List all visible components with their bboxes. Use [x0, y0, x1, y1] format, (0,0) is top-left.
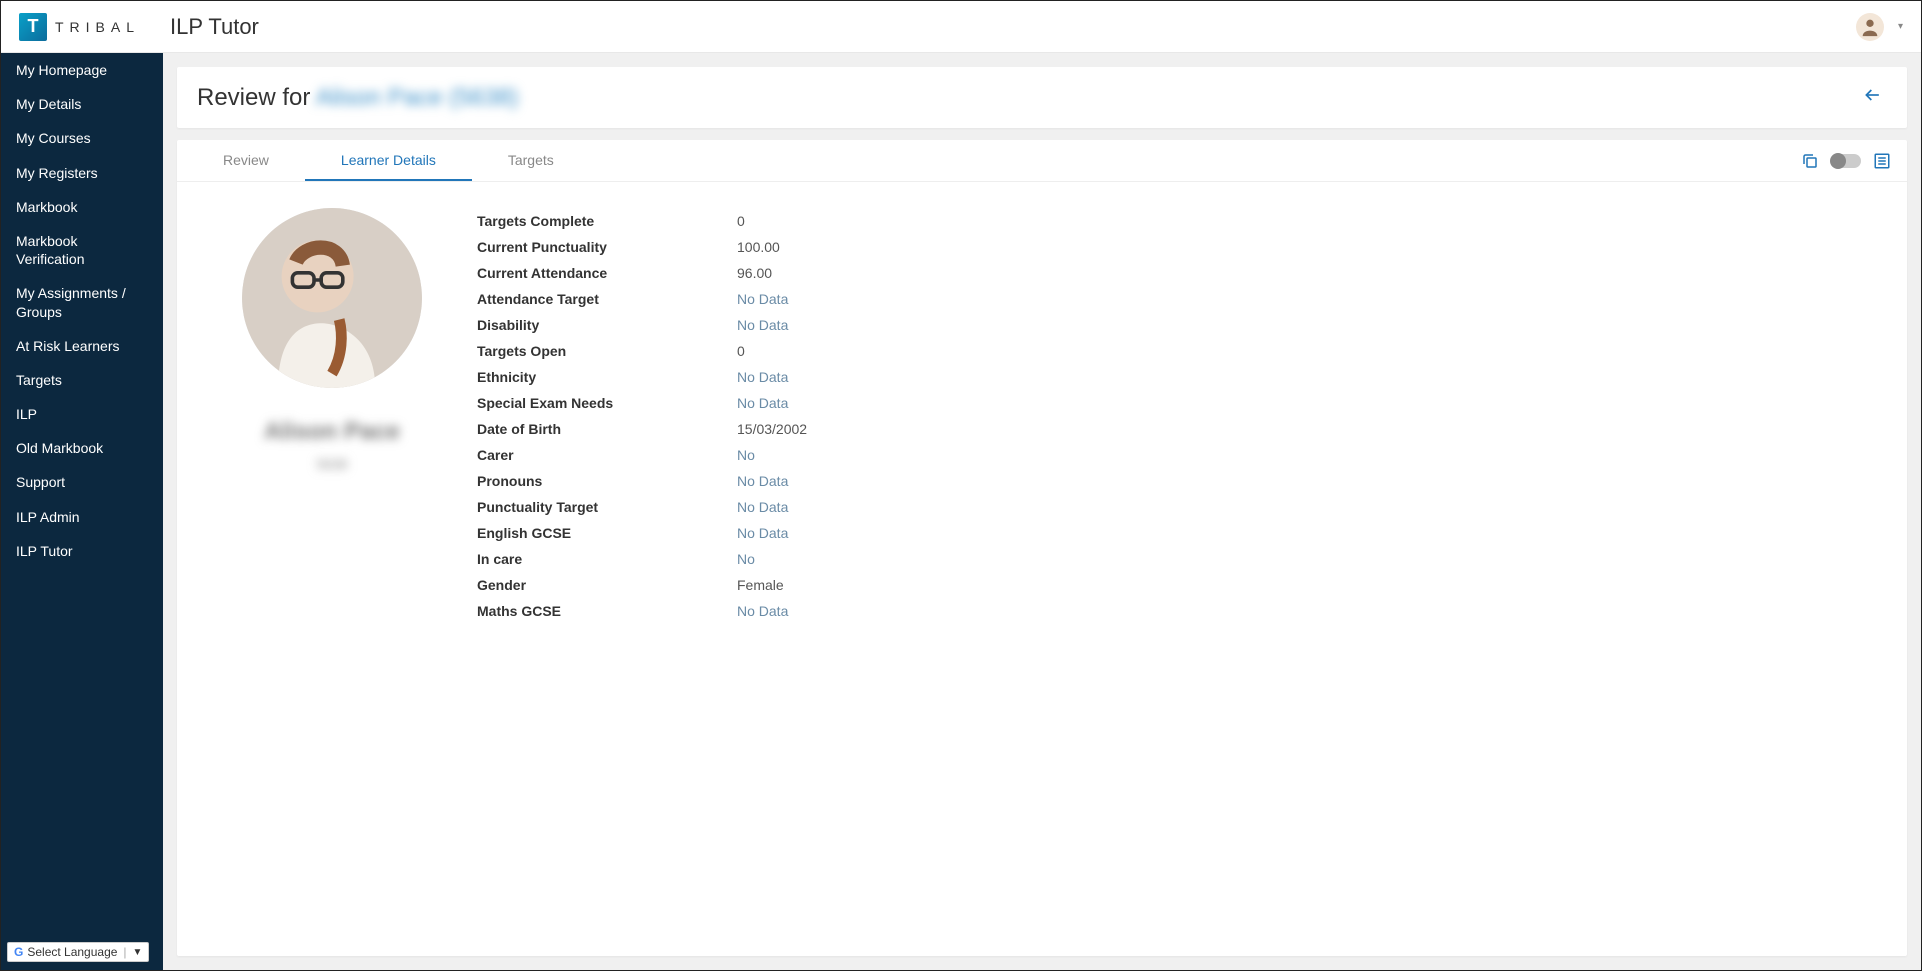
sidebar-item[interactable]: Targets — [1, 363, 163, 397]
detail-row: DisabilityNo Data — [477, 312, 1177, 338]
sidebar-item[interactable]: At Risk Learners — [1, 329, 163, 363]
detail-value: 15/03/2002 — [737, 421, 807, 437]
detail-value: 0 — [737, 213, 745, 229]
detail-label: Attendance Target — [477, 291, 737, 307]
language-label: Select Language — [27, 945, 117, 959]
sidebar-item[interactable]: My Courses — [1, 121, 163, 155]
app-title: ILP Tutor — [170, 14, 259, 40]
detail-value: No Data — [737, 369, 788, 385]
page-title-learner-link[interactable]: Alison Pace (5638) — [316, 84, 519, 111]
learner-photo — [242, 208, 422, 388]
detail-row: Maths GCSENo Data — [477, 598, 1177, 624]
sidebar-item[interactable]: My Assignments / Groups — [1, 276, 163, 328]
detail-value: No Data — [737, 291, 788, 307]
detail-row: PronounsNo Data — [477, 468, 1177, 494]
sidebar-item[interactable]: Old Markbook — [1, 431, 163, 465]
detail-row: Targets Open0 — [477, 338, 1177, 364]
detail-label: English GCSE — [477, 525, 737, 541]
app-header: T TRIBAL ILP Tutor ▾ — [1, 1, 1921, 53]
sidebar: My HomepageMy DetailsMy CoursesMy Regist… — [1, 53, 163, 970]
language-caret-icon: ▼ — [133, 947, 143, 958]
sidebar-item[interactable]: ILP Tutor — [1, 534, 163, 568]
sidebar-item[interactable]: Markbook — [1, 190, 163, 224]
learner-name: Alison Pace — [207, 418, 457, 446]
detail-row: GenderFemale — [477, 572, 1177, 598]
avatar-icon — [1859, 16, 1881, 38]
detail-value: No — [737, 447, 755, 463]
detail-row: English GCSENo Data — [477, 520, 1177, 546]
tab[interactable]: Learner Details — [305, 140, 472, 181]
detail-row: Punctuality TargetNo Data — [477, 494, 1177, 520]
detail-value: No — [737, 551, 755, 567]
detail-row: Targets Complete0 — [477, 208, 1177, 234]
detail-value: No Data — [737, 603, 788, 619]
detail-value: No Data — [737, 525, 788, 541]
google-g-icon: G — [14, 945, 23, 959]
detail-label: Pronouns — [477, 473, 737, 489]
user-menu-caret-icon[interactable]: ▾ — [1898, 21, 1903, 32]
detail-label: Gender — [477, 577, 737, 593]
detail-label: In care — [477, 551, 737, 567]
list-icon — [1873, 152, 1891, 170]
sidebar-item[interactable]: My Registers — [1, 156, 163, 190]
detail-label: Current Attendance — [477, 265, 737, 281]
detail-row: In careNo — [477, 546, 1177, 572]
sidebar-item[interactable]: ILP — [1, 397, 163, 431]
detail-value: 0 — [737, 343, 745, 359]
detail-label: Date of Birth — [477, 421, 737, 437]
tab[interactable]: Targets — [472, 140, 590, 181]
detail-value: 96.00 — [737, 265, 772, 281]
detail-value: No Data — [737, 317, 788, 333]
detail-row: Date of Birth15/03/2002 — [477, 416, 1177, 442]
detail-label: Punctuality Target — [477, 499, 737, 515]
learner-photo-column: Alison Pace 5638 — [207, 208, 457, 624]
detail-value: 100.00 — [737, 239, 780, 255]
detail-row: Current Punctuality100.00 — [477, 234, 1177, 260]
main-content: Review for Alison Pace (5638) ReviewLear… — [163, 53, 1921, 970]
sidebar-item[interactable]: My Details — [1, 87, 163, 121]
detail-row: Current Attendance96.00 — [477, 260, 1177, 286]
language-selector[interactable]: G Select Language | ▼ — [7, 942, 149, 962]
detail-label: Targets Open — [477, 343, 737, 359]
sidebar-item[interactable]: ILP Admin — [1, 500, 163, 534]
detail-label: Maths GCSE — [477, 603, 737, 619]
user-avatar[interactable] — [1856, 13, 1884, 41]
details-card: ReviewLearner DetailsTargets — [177, 140, 1907, 956]
detail-value: Female — [737, 577, 784, 593]
detail-label: Carer — [477, 447, 737, 463]
brand-logo[interactable]: T TRIBAL — [19, 13, 140, 41]
detail-row: CarerNo — [477, 442, 1177, 468]
page-title-card: Review for Alison Pace (5638) — [177, 67, 1907, 128]
detail-label: Targets Complete — [477, 213, 737, 229]
copy-button[interactable] — [1795, 152, 1825, 170]
detail-value: No Data — [737, 499, 788, 515]
detail-value: No Data — [737, 473, 788, 489]
back-button[interactable] — [1859, 81, 1887, 114]
sidebar-item[interactable]: Support — [1, 465, 163, 499]
sidebar-item[interactable]: My Homepage — [1, 53, 163, 87]
detail-row: Special Exam NeedsNo Data — [477, 390, 1177, 416]
detail-label: Disability — [477, 317, 737, 333]
detail-row: EthnicityNo Data — [477, 364, 1177, 390]
learner-code: 5638 — [207, 456, 457, 472]
detail-value: No Data — [737, 395, 788, 411]
photo-placeholder-icon — [242, 208, 422, 388]
brand-text: TRIBAL — [55, 19, 140, 35]
copy-icon — [1801, 152, 1819, 170]
arrow-left-icon — [1863, 85, 1883, 105]
tab-row: ReviewLearner DetailsTargets — [177, 140, 1907, 182]
page-title: Review for Alison Pace (5638) — [197, 84, 519, 112]
tab[interactable]: Review — [187, 140, 305, 181]
detail-label: Ethnicity — [477, 369, 737, 385]
sidebar-item[interactable]: Markbook Verification — [1, 224, 163, 276]
brand-mark: T — [19, 13, 47, 41]
list-view-button[interactable] — [1867, 152, 1897, 170]
view-toggle[interactable] — [1831, 154, 1861, 168]
learner-details-list: Targets Complete0Current Punctuality100.… — [477, 208, 1177, 624]
detail-label: Current Punctuality — [477, 239, 737, 255]
detail-label: Special Exam Needs — [477, 395, 737, 411]
detail-row: Attendance TargetNo Data — [477, 286, 1177, 312]
